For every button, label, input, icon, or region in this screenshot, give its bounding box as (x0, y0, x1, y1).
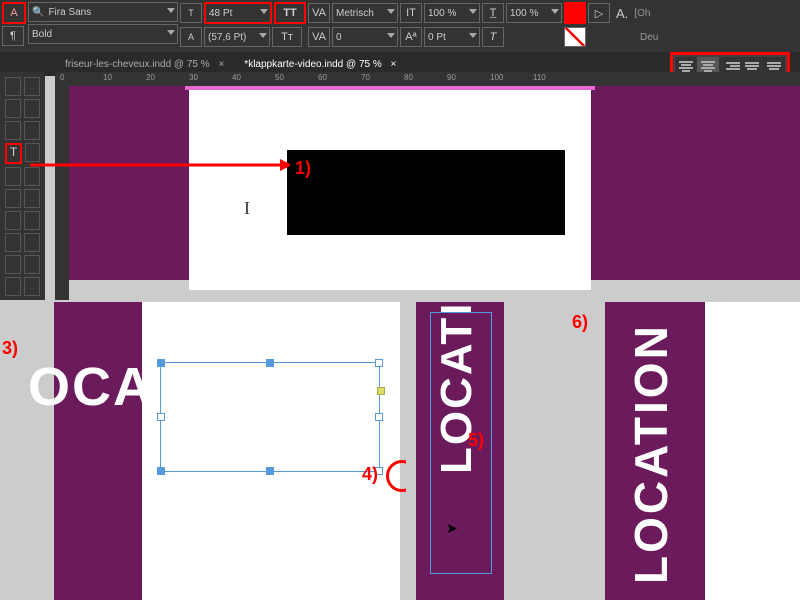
oh-label: [Oh (634, 8, 650, 19)
lang-label: Deu (640, 32, 658, 43)
tool-palette: T (0, 72, 45, 300)
tracking-select[interactable]: 0 (332, 27, 398, 47)
gradient-swatch-tool[interactable] (5, 233, 21, 252)
content-collector-tool[interactable] (5, 121, 21, 140)
fill-color-swatch[interactable] (564, 2, 586, 24)
canvas-top[interactable]: I (69, 86, 800, 280)
baseline-icon: Aª (400, 27, 422, 47)
text-location: LOCATION (624, 323, 678, 584)
panel-5: LOCATI 5) ➤ (406, 302, 514, 600)
no-fill-icon[interactable] (564, 27, 586, 47)
page[interactable]: I (189, 90, 591, 290)
kerning: Metrisch (336, 8, 374, 19)
stroke-icon[interactable]: ▷ (588, 3, 610, 23)
gradient-feather-tool[interactable] (24, 233, 40, 252)
horizontal-ruler[interactable]: 0 10 20 30 40 50 60 70 80 90 100 110 (55, 72, 800, 86)
kerning-icon: VA (308, 3, 330, 23)
scale-v-input[interactable]: 100 % (424, 3, 480, 23)
textframe-selection[interactable] (160, 362, 380, 472)
pen-tool[interactable] (5, 167, 21, 186)
scale-v-icon: IT (400, 3, 422, 23)
scissors-tool[interactable] (5, 211, 21, 230)
char-panel-icon[interactable]: A (2, 2, 26, 24)
leading: (57,6 Pt) (208, 32, 246, 43)
annotation-arrow (30, 155, 290, 175)
font-size-select[interactable]: 48 Pt (204, 2, 272, 24)
kerning-select[interactable]: Metrisch (332, 3, 398, 23)
tracking-icon: VA (308, 27, 330, 47)
allcaps-button[interactable]: TT (274, 2, 306, 24)
text-oca: OCA (28, 356, 154, 418)
zoom-tool[interactable] (24, 277, 40, 296)
tracking: 0 (336, 32, 342, 43)
font-name: Fira Sans (48, 7, 91, 18)
vertical-ruler[interactable] (55, 86, 69, 300)
annotation-6: 6) (572, 312, 588, 333)
leading-icon: A (180, 27, 202, 47)
annotation-1: 1) (295, 158, 311, 179)
gap-tool[interactable] (24, 99, 40, 118)
baseline-input[interactable]: 0 Pt (424, 27, 480, 47)
scale-h-icon: T̲ (482, 3, 504, 23)
annotation-5: 5) (468, 430, 484, 451)
rectangle-tool[interactable] (24, 189, 40, 208)
para-panel-icon[interactable]: ¶ (2, 26, 24, 46)
direct-selection-tool[interactable] (24, 77, 40, 96)
type-tool[interactable]: T (5, 143, 22, 164)
page-tool[interactable] (5, 99, 21, 118)
font-size: 48 Pt (209, 8, 232, 19)
content-placer-tool[interactable] (24, 121, 40, 140)
rectangle-frame-tool[interactable] (5, 189, 21, 208)
font-weight: Bold (32, 29, 52, 40)
smallcaps-button[interactable]: Tᴛ (272, 27, 302, 47)
font-family-select[interactable]: 🔍Fira Sans (28, 2, 178, 22)
char-style-label: A. (616, 6, 628, 21)
font-weight-select[interactable]: Bold (28, 24, 178, 44)
leading-select[interactable]: (57,6 Pt) (204, 27, 270, 47)
text-cursor-icon: I (244, 198, 250, 219)
size-icon: T (180, 3, 202, 23)
free-transform-tool[interactable] (24, 211, 40, 230)
skew-icon: T (482, 27, 504, 47)
panel-3: OCA 3) 4) (0, 302, 400, 600)
eyedropper-tool[interactable] (24, 255, 40, 274)
scale-h-input[interactable]: 100 % (506, 3, 562, 23)
cursor-icon: ➤ (446, 520, 458, 537)
panel-6: LOCATION 6) (520, 302, 800, 600)
annotation-4: 4) (362, 464, 378, 485)
note-tool[interactable] (5, 255, 21, 274)
selection-tool[interactable] (5, 77, 21, 96)
hand-tool[interactable] (5, 277, 21, 296)
annotation-3: 3) (2, 338, 18, 359)
text-frame[interactable] (287, 150, 565, 235)
